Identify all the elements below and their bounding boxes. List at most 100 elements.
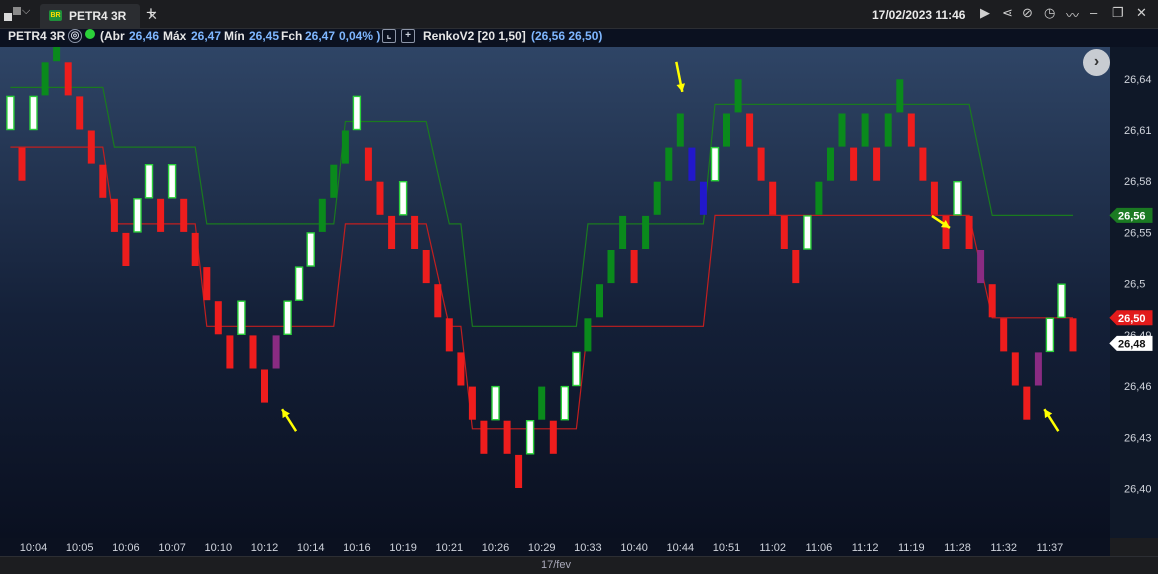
renko-brick [41,62,49,96]
symbol-label: PETR4 3R [8,29,66,43]
renko-brick [110,198,118,232]
renko-brick [988,284,996,318]
indicator-values: (26,56 26,50) [531,29,603,43]
renko-brick [272,335,280,369]
renko-brick [815,181,823,215]
renko-brick [157,198,165,232]
chart-area[interactable]: 26,64 26,61 26,58 26,55 26,5 26,49 26,46 26,43 2… [0,28,1158,555]
renko-brick [653,181,661,215]
x-tick-label: 11:12 [852,542,879,554]
minimize-icon[interactable]: – [1090,5,1097,20]
renko-brick [167,163,177,199]
renko-brick [341,130,349,164]
abr-label: (Abr [100,29,125,43]
indicator-name: RenkoV2 [20 1,50] [423,29,526,43]
min-label: Mín [224,29,245,43]
x-tick-label: 11:19 [898,542,925,554]
link-icon[interactable]: ⊘ [1022,5,1033,21]
x-tick-label: 10:12 [251,542,279,554]
renko-brick [838,113,846,147]
renko-brick [237,300,246,335]
tab-bar: ⌵ BR PETR4 3R ✕ + 17/02/2023 11:46 ▶ ⋖ ⊘… [0,0,1158,29]
renko-brick [99,164,107,198]
renko-brick [861,113,869,147]
renko-brick [364,147,372,181]
renko-brick [1000,318,1008,352]
chevron-down-icon[interactable]: ⌵ [22,5,30,18]
renko-brick [746,113,754,147]
renko-chart: 26,6426,6126,5826,5526,526,4926,4626,432… [0,28,1158,555]
renko-brick [919,147,927,181]
renko-brick [953,180,962,216]
renko-brick [261,369,268,403]
add-tab-button[interactable]: + [146,3,156,23]
renko-brick [191,232,199,266]
chart-background [0,47,1110,538]
x-tick-label: 10:14 [297,542,325,554]
renko-brick [780,215,788,249]
renko-brick [226,335,234,369]
x-tick-label: 11:28 [944,542,971,554]
renko-brick [283,300,292,335]
renko-brick [457,352,465,386]
gear-icon[interactable]: ◎ [68,29,82,43]
fch-value: 26,47 [305,29,336,43]
date-bar: 17/fev [0,556,1158,574]
renko-brick [122,232,130,266]
renko-brick [318,198,326,232]
renko-brick [803,215,812,250]
collapse-icon[interactable]: ⌞ [382,29,396,43]
abr-value: 26,46 [129,29,160,43]
close-window-icon[interactable]: ✕ [1136,5,1147,21]
y-tick-label: 26,64 [1124,74,1152,86]
renko-brick [723,113,730,147]
renko-brick [1045,317,1055,353]
renko-brick [1011,352,1019,386]
renko-brick [769,181,777,215]
renko-brick [203,267,211,301]
renko-brick [87,130,95,164]
tab-petr4[interactable]: BR PETR4 3R ✕ [40,4,158,28]
renko-brick [572,351,581,387]
renko-brick [480,420,488,454]
renko-brick [699,181,707,215]
x-tick-label: 11:32 [990,542,1017,554]
renko-brick [6,95,15,131]
renko-brick [665,147,673,181]
x-tick-label: 10:06 [112,542,140,554]
renko-brick [29,95,38,131]
x-tick-label: 10:04 [20,542,48,554]
renko-brick [1023,386,1031,420]
renko-brick [376,181,384,215]
price-axis-background [1110,47,1158,538]
renko-brick [977,250,985,284]
renko-brick [503,420,511,454]
renko-brick [710,146,720,182]
scroll-right-button[interactable]: › [1083,49,1110,76]
renko-brick [249,335,257,369]
app-menu-icon[interactable] [4,5,22,23]
x-tick-label: 10:07 [158,542,186,554]
max-label: Máx [163,29,187,43]
x-tick-label: 10:21 [436,542,464,554]
share-icon[interactable]: ⋖ [1002,5,1013,21]
add-indicator-icon[interactable]: + [401,29,415,43]
status-dot-icon [85,29,95,39]
tab-label: PETR4 3R [69,9,127,23]
play-icon[interactable]: ▶ [980,5,990,21]
renko-brick [734,79,742,113]
renko-brick [792,250,800,284]
renko-brick [76,96,84,130]
renko-brick [180,198,188,232]
clock-icon[interactable]: ◷ [1044,5,1055,21]
x-tick-label: 10:29 [528,542,556,554]
renko-brick [676,113,684,147]
renko-brick [560,385,569,421]
restore-icon[interactable]: ❐ [1112,5,1124,21]
renko-brick [930,181,938,215]
renko-brick [398,180,408,216]
renko-brick [884,113,892,147]
x-tick-label: 10:19 [389,542,417,554]
wave-icon[interactable]: 〰 [1066,5,1079,24]
change-value: 0,04% ) [339,29,381,43]
